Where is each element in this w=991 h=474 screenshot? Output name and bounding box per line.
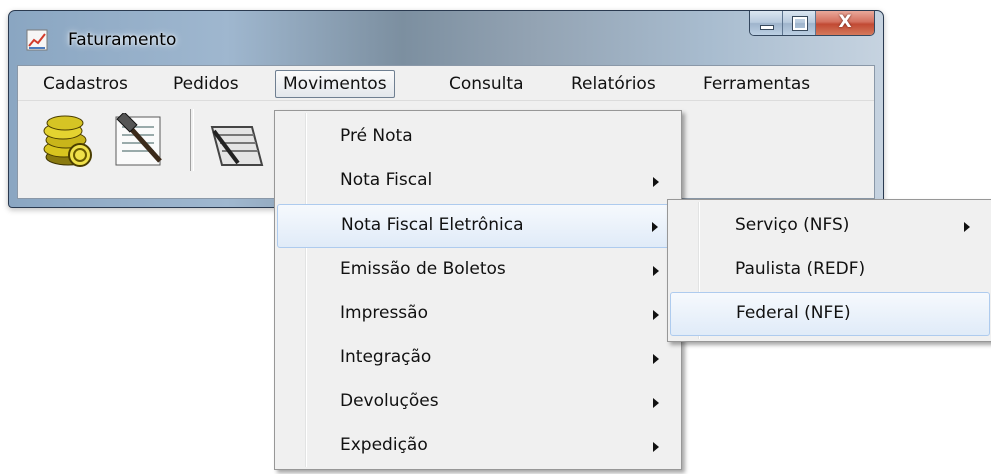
menu-cadastros[interactable]: Cadastros <box>43 74 128 94</box>
submenu-arrow-icon <box>653 398 659 408</box>
menu-item-pre-nota[interactable]: Pré Nota <box>277 116 679 158</box>
submenu-arrow-icon <box>653 442 659 452</box>
menu-consulta[interactable]: Consulta <box>449 74 523 94</box>
menu-item-emissao-de-boletos[interactable]: Emissão de Boletos <box>277 249 679 291</box>
minimize-icon <box>760 25 774 30</box>
submenu-arrow-icon <box>652 222 658 232</box>
hammer-form-icon[interactable] <box>112 113 168 169</box>
menu-item-paulista-redf[interactable]: Paulista (REDF) <box>670 249 990 291</box>
menu-item-label: Impressão <box>340 303 428 323</box>
menu-pedidos[interactable]: Pedidos <box>173 74 239 94</box>
menu-item-label: Federal (NFE) <box>736 303 851 323</box>
window-title: Faturamento <box>68 30 177 50</box>
menu-item-label: Devoluções <box>340 391 439 411</box>
menu-item-label: Expedição <box>340 435 428 455</box>
caption-buttons: X <box>749 11 875 36</box>
close-icon: X <box>838 12 852 32</box>
menu-item-integracao[interactable]: Integração <box>277 337 679 379</box>
menu-item-label: Emissão de Boletos <box>340 259 506 279</box>
title-bar[interactable]: Faturamento X <box>9 11 883 65</box>
menu-item-nota-fiscal[interactable]: Nota Fiscal <box>277 160 679 202</box>
menu-item-label: Nota Fiscal Eletrônica <box>341 215 524 235</box>
menu-item-federal-nfe[interactable]: Federal (NFE) <box>670 292 990 336</box>
menu-item-expedicao[interactable]: Expedição <box>277 425 679 467</box>
menu-ferramentas[interactable]: Ferramentas <box>703 74 810 94</box>
menu-bar: Cadastros Pedidos Movimentos Consulta Re… <box>18 66 874 100</box>
menu-item-impressao[interactable]: Impressão <box>277 293 679 335</box>
document-icon[interactable] <box>208 113 264 169</box>
menu-relatorios[interactable]: Relatórios <box>571 74 656 94</box>
menu-item-label: Pré Nota <box>340 126 413 146</box>
close-button[interactable]: X <box>816 11 874 35</box>
menu-item-nota-fiscal-eletronica[interactable]: Nota Fiscal Eletrônica <box>277 204 679 248</box>
submenu-arrow-icon <box>964 222 970 232</box>
maximize-button[interactable] <box>783 11 816 35</box>
menu-item-label: Integração <box>340 347 432 367</box>
menu-movimentos[interactable]: Movimentos <box>275 70 395 98</box>
menu-item-devolucoes[interactable]: Devoluções <box>277 381 679 423</box>
maximize-icon <box>792 16 808 31</box>
menu-item-servico-nfs[interactable]: Serviço (NFS) <box>670 205 990 247</box>
submenu-arrow-icon <box>653 177 659 187</box>
movimentos-menu: Pré Nota Nota Fiscal Nota Fiscal Eletrôn… <box>274 110 682 470</box>
menu-item-label: Paulista (REDF) <box>735 259 866 279</box>
coins-icon[interactable] <box>38 113 94 169</box>
minimize-button[interactable] <box>750 11 783 35</box>
submenu-arrow-icon <box>653 354 659 364</box>
chart-document-icon <box>26 29 48 51</box>
menu-item-label: Nota Fiscal <box>340 170 433 190</box>
toolbar-separator <box>190 109 194 171</box>
menu-item-label: Serviço (NFS) <box>735 215 850 235</box>
nfe-submenu: Serviço (NFS) Paulista (REDF) Federal (N… <box>667 199 991 342</box>
submenu-arrow-icon <box>653 310 659 320</box>
submenu-arrow-icon <box>653 266 659 276</box>
